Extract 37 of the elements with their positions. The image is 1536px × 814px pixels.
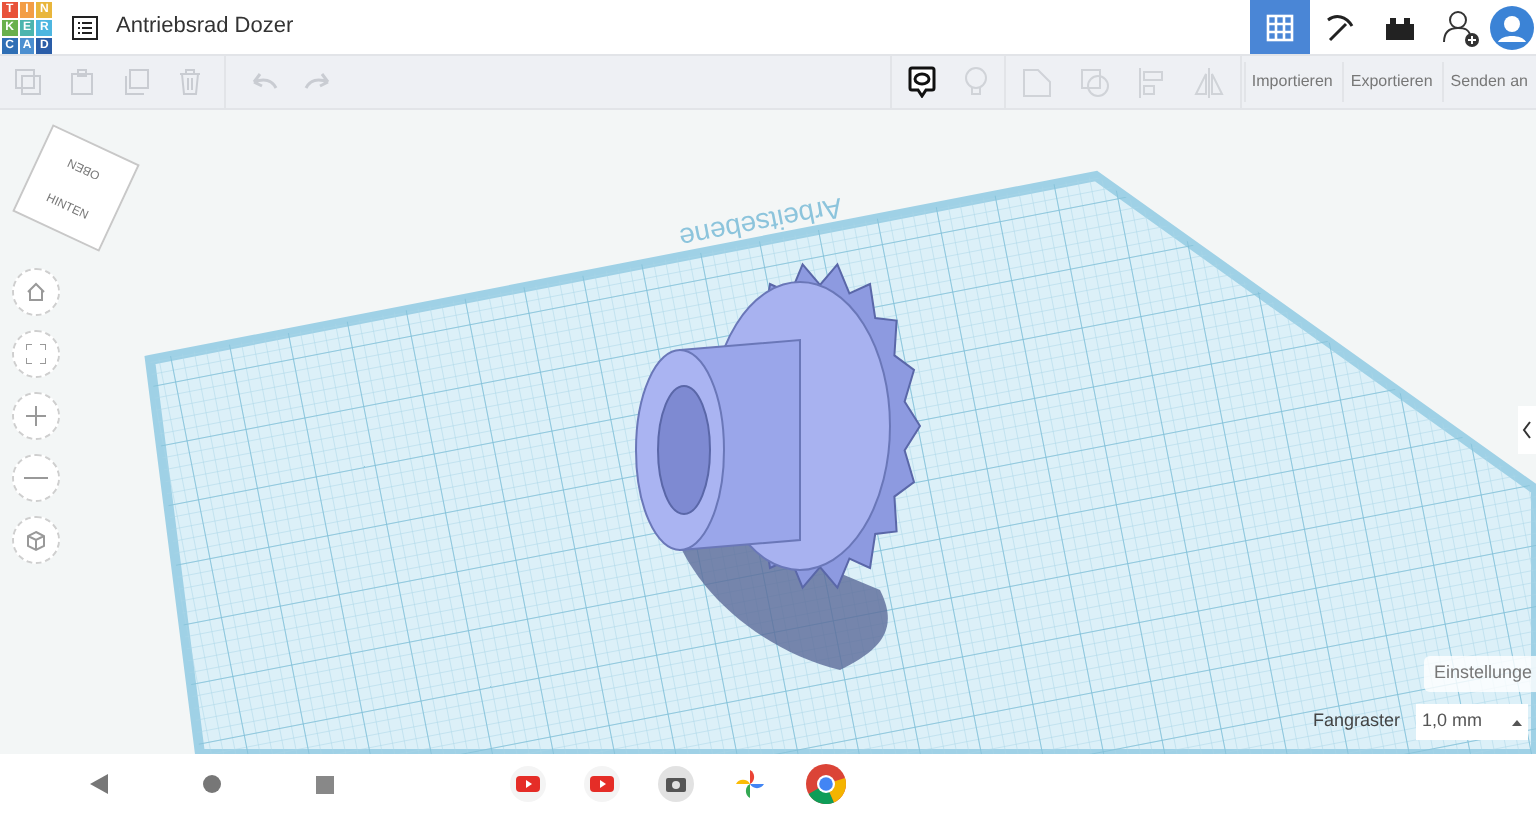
video-app-icon[interactable] [584, 766, 620, 802]
chevron-left-icon [1522, 420, 1532, 440]
fit-icon [26, 344, 46, 364]
speech-bubble-icon[interactable] [907, 66, 936, 98]
toolbar-button[interactable]: Importieren [1243, 62, 1339, 102]
settings-button[interactable]: Einstellunge [1423, 656, 1536, 692]
video-app-icon[interactable] [510, 766, 546, 802]
minus-icon [24, 476, 48, 480]
home-icon[interactable] [202, 774, 222, 794]
recents-icon[interactable] [316, 775, 334, 793]
pickaxe-icon [1324, 11, 1356, 43]
browser-icon[interactable] [806, 764, 846, 804]
workplane-label: Arbeitsebene [676, 192, 845, 255]
cube-icon [26, 529, 46, 551]
grid-view-tab[interactable] [1250, 0, 1310, 54]
gear-drawing[interactable] [635, 262, 922, 670]
home-icon [26, 282, 46, 302]
bricks-icon [1384, 15, 1416, 39]
plus-icon [26, 406, 46, 426]
home-view-button[interactable] [12, 268, 60, 316]
perspective-button[interactable] [12, 516, 60, 564]
pinwheel-icon[interactable] [732, 766, 768, 802]
zoom-in-button[interactable] [12, 392, 60, 440]
camera-icon[interactable] [658, 766, 694, 802]
toolbar-button[interactable]: Exportieren [1342, 62, 1439, 102]
avatar-icon[interactable] [1490, 5, 1534, 49]
back-icon[interactable] [90, 774, 108, 794]
toolbar-button[interactable]: Senden an [1442, 62, 1534, 102]
grid-icon [1266, 13, 1294, 41]
add-user-icon[interactable] [1442, 7, 1482, 47]
zoom-out-button[interactable] [12, 454, 60, 502]
caret-icon [1512, 719, 1522, 725]
list-icon[interactable] [72, 15, 98, 39]
snap-grid-label: Fangraster [1312, 708, 1400, 735]
snap-grid-dropdown[interactable]: 1,0 mm [1416, 704, 1528, 740]
panel-toggle[interactable] [1518, 406, 1536, 454]
design-title[interactable]: Antriebsrad Dozer [116, 10, 294, 44]
